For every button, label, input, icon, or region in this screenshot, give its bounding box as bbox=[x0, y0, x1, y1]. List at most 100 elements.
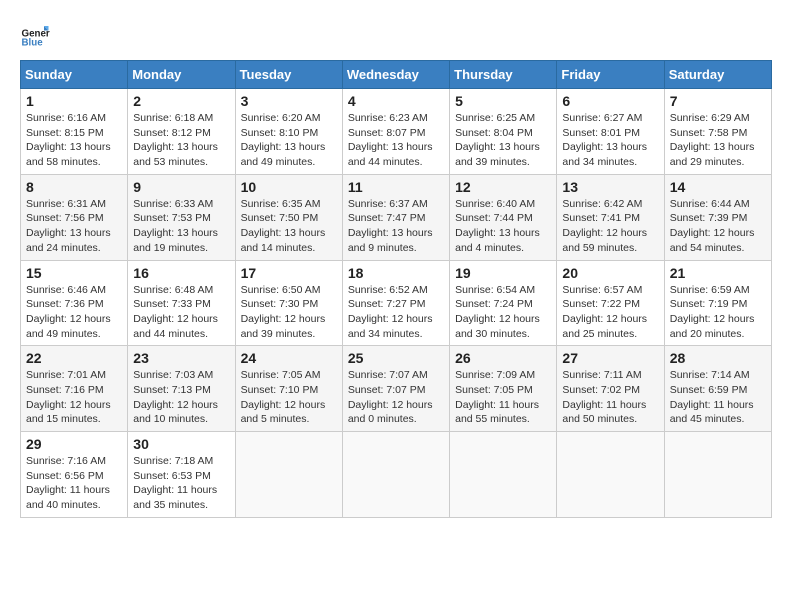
day-cell: 1 Sunrise: 6:16 AM Sunset: 8:15 PM Daylig… bbox=[21, 89, 128, 175]
day-cell: 15 Sunrise: 6:46 AM Sunset: 7:36 PM Dayli… bbox=[21, 260, 128, 346]
day-number: 2 bbox=[133, 93, 229, 109]
week-row-1: 1 Sunrise: 6:16 AM Sunset: 8:15 PM Daylig… bbox=[21, 89, 772, 175]
day-info: Sunrise: 6:52 AM Sunset: 7:27 PM Dayligh… bbox=[348, 283, 444, 342]
day-info: Sunrise: 7:16 AM Sunset: 6:56 PM Dayligh… bbox=[26, 454, 122, 513]
day-cell: 4Sunrise: 6:23 AM Sunset: 8:07 PM Daylig… bbox=[342, 89, 449, 175]
day-info: Sunrise: 6:44 AM Sunset: 7:39 PM Dayligh… bbox=[670, 197, 766, 256]
day-info: Sunrise: 6:40 AM Sunset: 7:44 PM Dayligh… bbox=[455, 197, 551, 256]
day-cell: 2 Sunrise: 6:18 AM Sunset: 8:12 PM Daylig… bbox=[128, 89, 235, 175]
day-cell: 7 Sunrise: 6:29 AM Sunset: 7:58 PM Daylig… bbox=[664, 89, 771, 175]
day-number: 8 bbox=[26, 179, 122, 195]
week-row-5: 29 Sunrise: 7:16 AM Sunset: 6:56 PM Dayli… bbox=[21, 432, 772, 518]
day-cell: 19 Sunrise: 6:54 AM Sunset: 7:24 PM Dayli… bbox=[450, 260, 557, 346]
day-info: Sunrise: 6:50 AM Sunset: 7:30 PM Dayligh… bbox=[241, 283, 337, 342]
day-info: Sunrise: 6:33 AM Sunset: 7:53 PM Dayligh… bbox=[133, 197, 229, 256]
day-cell: 17 Sunrise: 6:50 AM Sunset: 7:30 PM Dayli… bbox=[235, 260, 342, 346]
day-number: 13 bbox=[562, 179, 658, 195]
day-info: Sunrise: 6:18 AM Sunset: 8:12 PM Dayligh… bbox=[133, 111, 229, 170]
day-number: 26 bbox=[455, 350, 551, 366]
day-cell: 14 Sunrise: 6:44 AM Sunset: 7:39 PM Dayli… bbox=[664, 174, 771, 260]
day-number: 21 bbox=[670, 265, 766, 281]
day-info: Sunrise: 7:09 AM Sunset: 7:05 PM Dayligh… bbox=[455, 368, 551, 427]
day-number: 5 bbox=[455, 93, 551, 109]
logo-icon: General Blue bbox=[20, 20, 50, 50]
day-number: 7 bbox=[670, 93, 766, 109]
day-number: 30 bbox=[133, 436, 229, 452]
day-info: Sunrise: 6:59 AM Sunset: 7:19 PM Dayligh… bbox=[670, 283, 766, 342]
day-info: Sunrise: 7:07 AM Sunset: 7:07 PM Dayligh… bbox=[348, 368, 444, 427]
day-info: Sunrise: 6:16 AM Sunset: 8:15 PM Dayligh… bbox=[26, 111, 122, 170]
day-info: Sunrise: 6:54 AM Sunset: 7:24 PM Dayligh… bbox=[455, 283, 551, 342]
day-cell: 18 Sunrise: 6:52 AM Sunset: 7:27 PM Dayli… bbox=[342, 260, 449, 346]
day-number: 27 bbox=[562, 350, 658, 366]
column-header-tuesday: Tuesday bbox=[235, 61, 342, 89]
day-info: Sunrise: 7:14 AM Sunset: 6:59 PM Dayligh… bbox=[670, 368, 766, 427]
day-cell: 16 Sunrise: 6:48 AM Sunset: 7:33 PM Dayli… bbox=[128, 260, 235, 346]
day-info: Sunrise: 7:03 AM Sunset: 7:13 PM Dayligh… bbox=[133, 368, 229, 427]
day-number: 6 bbox=[562, 93, 658, 109]
page-header: General Blue bbox=[20, 20, 772, 50]
column-header-thursday: Thursday bbox=[450, 61, 557, 89]
day-info: Sunrise: 6:27 AM Sunset: 8:01 PM Dayligh… bbox=[562, 111, 658, 170]
day-number: 28 bbox=[670, 350, 766, 366]
day-cell: 23Sunrise: 7:03 AM Sunset: 7:13 PM Dayli… bbox=[128, 346, 235, 432]
day-number: 1 bbox=[26, 93, 122, 109]
day-cell: 27 Sunrise: 7:11 AM Sunset: 7:02 PM Dayli… bbox=[557, 346, 664, 432]
day-number: 11 bbox=[348, 179, 444, 195]
column-header-saturday: Saturday bbox=[664, 61, 771, 89]
day-info: Sunrise: 7:11 AM Sunset: 7:02 PM Dayligh… bbox=[562, 368, 658, 427]
day-info: Sunrise: 6:46 AM Sunset: 7:36 PM Dayligh… bbox=[26, 283, 122, 342]
logo: General Blue bbox=[20, 20, 54, 50]
day-cell: 29 Sunrise: 7:16 AM Sunset: 6:56 PM Dayli… bbox=[21, 432, 128, 518]
day-number: 17 bbox=[241, 265, 337, 281]
day-info: Sunrise: 6:42 AM Sunset: 7:41 PM Dayligh… bbox=[562, 197, 658, 256]
day-number: 10 bbox=[241, 179, 337, 195]
day-number: 12 bbox=[455, 179, 551, 195]
day-cell bbox=[664, 432, 771, 518]
day-info: Sunrise: 6:37 AM Sunset: 7:47 PM Dayligh… bbox=[348, 197, 444, 256]
day-info: Sunrise: 6:29 AM Sunset: 7:58 PM Dayligh… bbox=[670, 111, 766, 170]
day-cell: 22 Sunrise: 7:01 AM Sunset: 7:16 PM Dayli… bbox=[21, 346, 128, 432]
day-number: 14 bbox=[670, 179, 766, 195]
day-cell bbox=[557, 432, 664, 518]
day-info: Sunrise: 6:25 AM Sunset: 8:04 PM Dayligh… bbox=[455, 111, 551, 170]
day-info: Sunrise: 7:05 AM Sunset: 7:10 PM Dayligh… bbox=[241, 368, 337, 427]
day-cell: 13 Sunrise: 6:42 AM Sunset: 7:41 PM Dayli… bbox=[557, 174, 664, 260]
day-cell: 28 Sunrise: 7:14 AM Sunset: 6:59 PM Dayli… bbox=[664, 346, 771, 432]
day-info: Sunrise: 6:20 AM Sunset: 8:10 PM Dayligh… bbox=[241, 111, 337, 170]
column-header-friday: Friday bbox=[557, 61, 664, 89]
day-number: 22 bbox=[26, 350, 122, 366]
day-info: Sunrise: 7:18 AM Sunset: 6:53 PM Dayligh… bbox=[133, 454, 229, 513]
day-cell: 6 Sunrise: 6:27 AM Sunset: 8:01 PM Daylig… bbox=[557, 89, 664, 175]
day-info: Sunrise: 7:01 AM Sunset: 7:16 PM Dayligh… bbox=[26, 368, 122, 427]
day-cell: 12 Sunrise: 6:40 AM Sunset: 7:44 PM Dayli… bbox=[450, 174, 557, 260]
column-header-wednesday: Wednesday bbox=[342, 61, 449, 89]
column-header-sunday: Sunday bbox=[21, 61, 128, 89]
calendar-table: SundayMondayTuesdayWednesdayThursdayFrid… bbox=[20, 60, 772, 518]
day-number: 4 bbox=[348, 93, 444, 109]
day-number: 19 bbox=[455, 265, 551, 281]
day-number: 29 bbox=[26, 436, 122, 452]
svg-text:Blue: Blue bbox=[22, 38, 44, 49]
day-cell: 24 Sunrise: 7:05 AM Sunset: 7:10 PM Dayli… bbox=[235, 346, 342, 432]
day-info: Sunrise: 6:48 AM Sunset: 7:33 PM Dayligh… bbox=[133, 283, 229, 342]
day-number: 3 bbox=[241, 93, 337, 109]
day-cell: 25 Sunrise: 7:07 AM Sunset: 7:07 PM Dayli… bbox=[342, 346, 449, 432]
day-number: 25 bbox=[348, 350, 444, 366]
day-number: 24 bbox=[241, 350, 337, 366]
day-number: 16 bbox=[133, 265, 229, 281]
day-cell bbox=[342, 432, 449, 518]
day-info: Sunrise: 6:35 AM Sunset: 7:50 PM Dayligh… bbox=[241, 197, 337, 256]
day-cell bbox=[235, 432, 342, 518]
day-info: Sunrise: 6:31 AM Sunset: 7:56 PM Dayligh… bbox=[26, 197, 122, 256]
day-number: 18 bbox=[348, 265, 444, 281]
day-cell: 10 Sunrise: 6:35 AM Sunset: 7:50 PM Dayli… bbox=[235, 174, 342, 260]
day-info: Sunrise: 6:57 AM Sunset: 7:22 PM Dayligh… bbox=[562, 283, 658, 342]
day-cell: 3 Sunrise: 6:20 AM Sunset: 8:10 PM Daylig… bbox=[235, 89, 342, 175]
week-row-3: 15 Sunrise: 6:46 AM Sunset: 7:36 PM Dayli… bbox=[21, 260, 772, 346]
day-cell: 20Sunrise: 6:57 AM Sunset: 7:22 PM Dayli… bbox=[557, 260, 664, 346]
day-cell: 5 Sunrise: 6:25 AM Sunset: 8:04 PM Daylig… bbox=[450, 89, 557, 175]
day-number: 15 bbox=[26, 265, 122, 281]
week-row-4: 22 Sunrise: 7:01 AM Sunset: 7:16 PM Dayli… bbox=[21, 346, 772, 432]
column-header-monday: Monday bbox=[128, 61, 235, 89]
